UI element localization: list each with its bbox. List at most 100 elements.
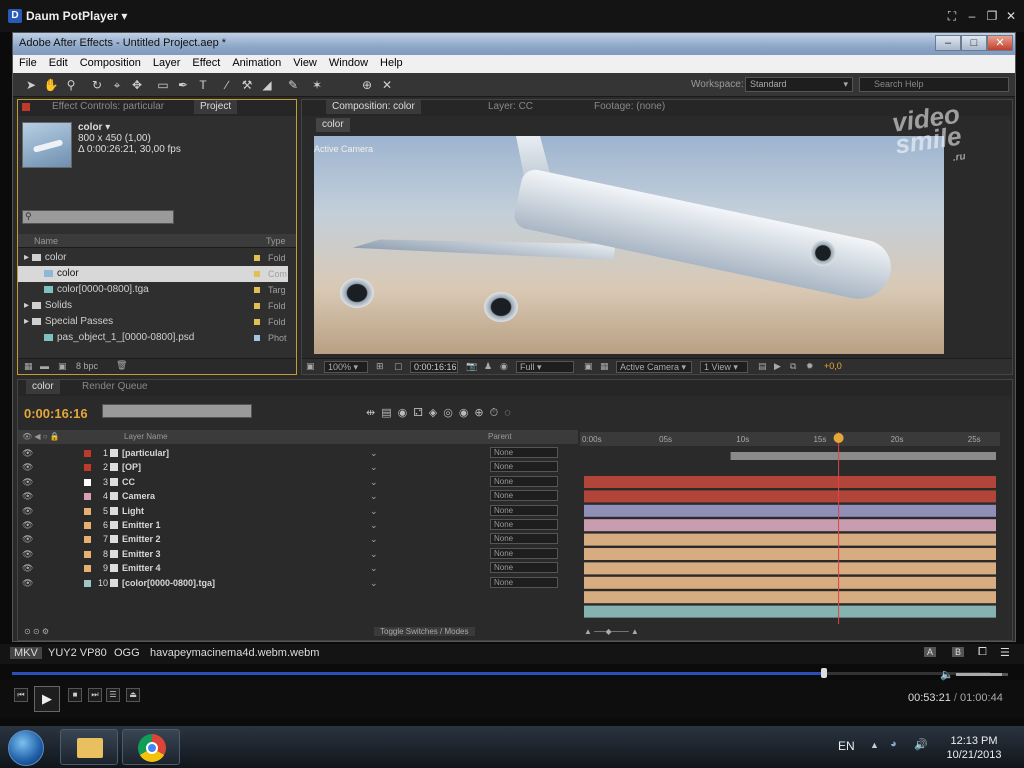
safe-zones-icon[interactable]: ⊞ [376, 361, 384, 372]
brush-tool-icon[interactable]: ∕ [219, 77, 235, 93]
menu-effect[interactable]: Effect [186, 55, 226, 73]
label-color-swatch[interactable] [254, 335, 260, 341]
bit-depth-label[interactable]: 8 bpc [76, 361, 98, 371]
player-name-menu[interactable]: Daum PotPlayer ▾ [26, 9, 127, 23]
project-item[interactable]: color Com [18, 266, 288, 282]
menu-help[interactable]: Help [374, 55, 409, 73]
pen-tool-icon[interactable]: ✒ [175, 77, 191, 93]
puppet-tool-icon[interactable]: ✶ [309, 77, 325, 93]
new-comp-icon[interactable]: ▣ [58, 361, 67, 372]
tab-layer[interactable]: Layer: CC [482, 100, 539, 114]
selection-tool-icon[interactable]: ➤ [23, 77, 39, 93]
playlist-icon[interactable]: ☰ [1000, 646, 1010, 659]
next-button[interactable]: ⏭ [88, 688, 102, 702]
menu-file[interactable]: File [13, 55, 43, 73]
project-item[interactable]: pas_object_1_[0000-0800].psd Phot [18, 330, 288, 346]
disclosure-triangle-icon[interactable]: ▸ [24, 316, 32, 327]
magnification-select[interactable]: 100% ▾ [324, 361, 368, 373]
clone-tool-icon[interactable]: ⚒ [239, 77, 255, 93]
new-folder-icon[interactable]: ▬ [40, 361, 49, 371]
fullscreen-button[interactable]: ⛶ [944, 8, 960, 24]
comp-viewer-image[interactable]: Active Camera [314, 136, 944, 354]
disclosure-triangle-icon[interactable]: ▸ [24, 300, 32, 311]
minimize-button[interactable]: – [964, 8, 980, 24]
flowchart-icon[interactable]: ⧉ [790, 361, 796, 372]
menu-edit[interactable]: Edit [43, 55, 74, 73]
project-search-input[interactable]: ⚲ [22, 210, 174, 224]
close-button[interactable]: ✕ [1003, 8, 1019, 24]
project-item[interactable]: ▸ color Fold [18, 250, 288, 266]
label-color-swatch[interactable] [254, 255, 260, 261]
ae-maximize-button[interactable]: □ [961, 35, 987, 51]
label-color-swatch[interactable] [254, 303, 260, 309]
menu-composition[interactable]: Composition [74, 55, 147, 73]
tab-effect-controls[interactable]: Effect Controls: particular [46, 100, 170, 114]
subtitle-icon[interactable]: ⧠ [978, 646, 987, 659]
search-help-input[interactable]: Search Help [859, 77, 1009, 92]
column-type[interactable]: Type [266, 236, 286, 246]
text-tool-icon[interactable]: T [195, 77, 211, 93]
tab-composition[interactable]: Composition: color [326, 100, 421, 114]
column-name[interactable]: Name [34, 236, 58, 246]
panel-lock-icon[interactable] [22, 103, 30, 111]
speaker-icon[interactable]: 🔊 [914, 738, 928, 751]
timeline-footer-icons[interactable]: ⊙ ⊙ ⚙ [24, 627, 49, 636]
tab-footage[interactable]: Footage: (none) [588, 100, 671, 114]
view-layout-select[interactable]: 1 View ▾ [700, 361, 748, 373]
zoom-tool-icon[interactable]: ⚲ [63, 77, 79, 93]
menu-window[interactable]: Window [323, 55, 374, 73]
toggle-switches-modes-button[interactable]: Toggle Switches / Modes [374, 627, 475, 636]
network-icon[interactable]: ◕ [890, 738, 897, 750]
stop-button[interactable]: ■ [68, 688, 82, 702]
chrome-taskbar-icon[interactable] [122, 729, 180, 765]
axis-mode-icon[interactable]: ⊕ [359, 77, 375, 93]
selected-item-name[interactable]: color ▾ [78, 122, 181, 133]
timeline-zoom-slider[interactable]: ▲ ──◆─── ▲ [584, 627, 639, 636]
workspace-select[interactable]: Standard ▾ [745, 77, 853, 92]
timeline-graph[interactable]: 0:00s 05s 10s 15s 20s 25s [18, 380, 1012, 626]
system-clock[interactable]: 12:13 PM 10/21/2013 [944, 734, 1004, 762]
tab-project[interactable]: Project [194, 100, 238, 114]
ae-minimize-button[interactable]: – [935, 35, 961, 51]
current-time-display[interactable]: 0:00:16:16 [410, 361, 458, 373]
show-hidden-icons-icon[interactable]: ▲ [870, 740, 879, 750]
snapshot-icon[interactable]: 📷 [466, 361, 477, 372]
fast-previews-icon[interactable]: ▶ [774, 361, 781, 372]
camera-tool-icon[interactable]: ⌖ [109, 77, 125, 93]
restore-button[interactable]: ❐ [984, 8, 1000, 24]
menu-layer[interactable]: Layer [147, 55, 187, 73]
camera-view-select[interactable]: Active Camera ▾ [616, 361, 692, 373]
always-preview-icon[interactable]: ▣ [306, 361, 315, 372]
project-item[interactable]: ▸ Solids Fold [18, 298, 288, 314]
file-explorer-taskbar-icon[interactable] [60, 729, 118, 765]
label-color-swatch[interactable] [254, 287, 260, 293]
language-indicator[interactable]: EN [838, 739, 855, 753]
world-axis-icon[interactable]: ✕ [379, 77, 395, 93]
disclosure-triangle-icon[interactable]: ▸ [24, 252, 32, 263]
show-snapshot-icon[interactable]: ♟ [484, 361, 492, 372]
toggle-pixel-icon[interactable]: ▤ [758, 361, 767, 372]
mask-tool-icon[interactable]: ▭ [155, 77, 171, 93]
seek-bar[interactable] [12, 668, 990, 678]
rotate-tool-icon[interactable]: ↻ [89, 77, 105, 93]
label-color-swatch[interactable] [254, 271, 260, 277]
menu-animation[interactable]: Animation [226, 55, 287, 73]
ab-repeat-a-button[interactable]: A [924, 647, 937, 657]
volume-icon[interactable]: 🔈 [940, 668, 954, 681]
transparency-grid-icon[interactable]: ▦ [600, 361, 609, 372]
trash-icon[interactable]: 🗑 [116, 360, 127, 371]
ab-repeat-b-button[interactable]: B [952, 647, 965, 657]
eraser-tool-icon[interactable]: ◢ [259, 77, 275, 93]
label-color-swatch[interactable] [254, 319, 260, 325]
menu-button[interactable]: ☰ [106, 688, 120, 702]
volume-slider[interactable] [956, 673, 1008, 676]
comp-breadcrumb[interactable]: color [316, 118, 350, 132]
previous-button[interactable]: ⏮ [14, 688, 28, 702]
pan-behind-tool-icon[interactable]: ✥ [129, 77, 145, 93]
menu-view[interactable]: View [287, 55, 323, 73]
play-button[interactable]: ▶ [34, 686, 60, 712]
roto-brush-tool-icon[interactable]: ✎ [285, 77, 301, 93]
eject-button[interactable]: ⏏ [126, 688, 140, 702]
channel-icon[interactable]: ◉ [500, 361, 508, 372]
project-item[interactable]: ▸ Special Passes Fold [18, 314, 288, 330]
